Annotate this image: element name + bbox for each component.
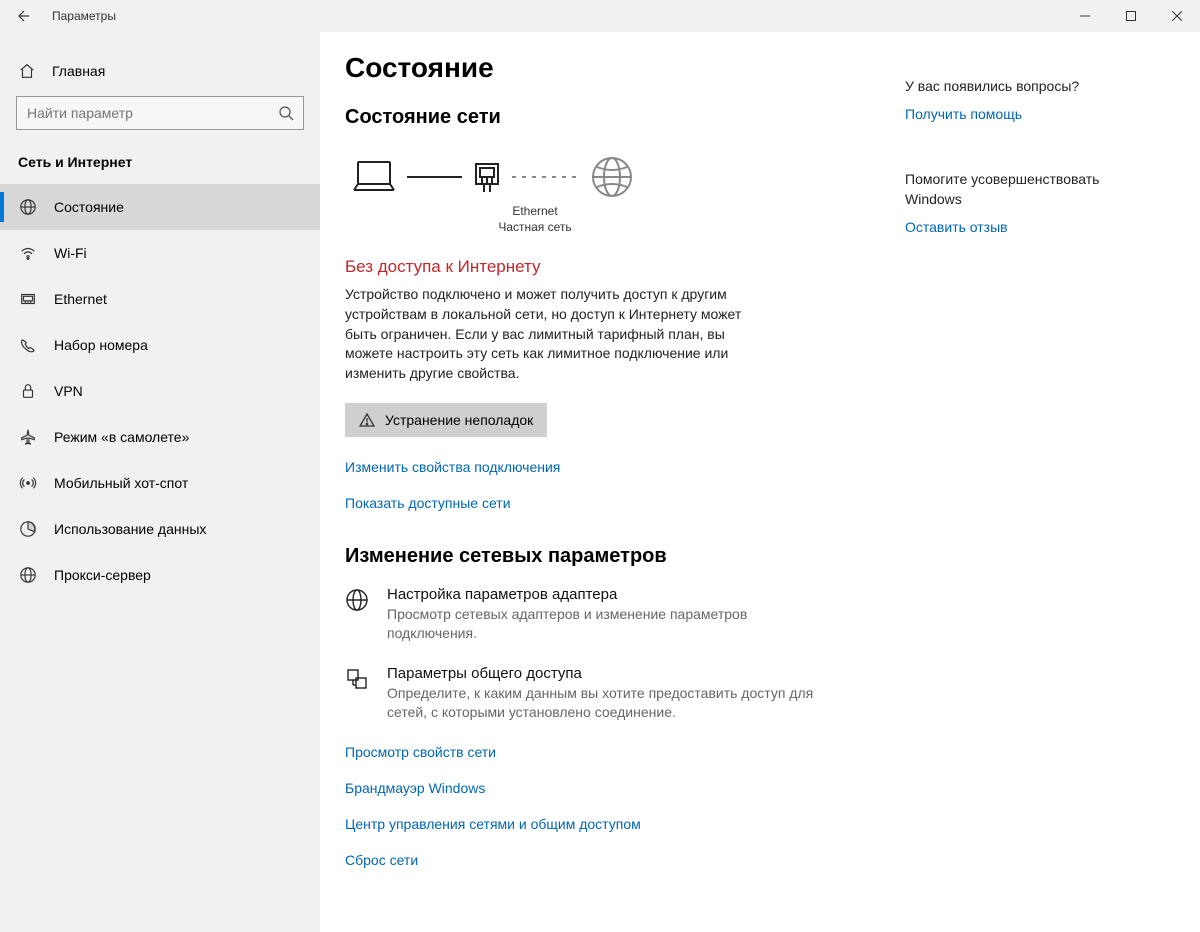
improve-heading: Помогите усовершенствовать Windows	[905, 170, 1125, 209]
sidebar-item-status[interactable]: Состояние	[0, 184, 320, 230]
sidebar-item-vpn[interactable]: VPN	[0, 368, 320, 414]
airplane-icon	[18, 427, 38, 447]
diagram-conn-name: Ethernet	[445, 203, 625, 219]
window-title: Параметры	[46, 9, 116, 23]
network-diagram	[345, 147, 905, 199]
back-arrow-icon	[15, 8, 31, 24]
content-area: Состояние Состояние сети Ethernet Частна…	[320, 32, 1200, 932]
sidebar-item-datausage[interactable]: Использование данных	[0, 506, 320, 552]
firewall-link[interactable]: Брандмауэр Windows	[345, 780, 485, 796]
get-help-link[interactable]: Получить помощь	[905, 106, 1022, 122]
proxy-icon	[18, 565, 38, 585]
sharing-settings-option[interactable]: Параметры общего доступа Определите, к к…	[345, 665, 815, 722]
titlebar: Параметры	[0, 0, 1200, 32]
sidebar-item-wifi[interactable]: Wi-Fi	[0, 230, 320, 276]
status-description: Устройство подключено и может получить д…	[345, 285, 745, 383]
right-panel: У вас появились вопросы? Получить помощь…	[905, 52, 1165, 932]
connection-line-dotted	[512, 176, 582, 178]
view-network-props-link[interactable]: Просмотр свойств сети	[345, 744, 496, 760]
sidebar-item-label: Мобильный хот-спот	[54, 475, 188, 491]
home-icon	[18, 62, 36, 80]
change-network-settings-heading: Изменение сетевых параметров	[345, 545, 905, 568]
sidebar-item-hotspot[interactable]: Мобильный хот-спот	[0, 460, 320, 506]
page-title: Состояние	[345, 52, 905, 84]
sidebar-item-label: Использование данных	[54, 521, 206, 537]
minimize-button[interactable]	[1062, 0, 1108, 32]
search-icon	[269, 96, 303, 130]
change-connection-props-link[interactable]: Изменить свойства подключения	[345, 459, 560, 475]
close-icon	[1172, 11, 1182, 21]
globe-icon	[590, 155, 634, 199]
sidebar-item-airplane[interactable]: Режим «в самолете»	[0, 414, 320, 460]
router-icon	[470, 158, 504, 196]
back-button[interactable]	[0, 0, 46, 32]
sidebar-item-label: Wi-Fi	[54, 245, 87, 261]
close-button[interactable]	[1154, 0, 1200, 32]
sidebar-item-ethernet[interactable]: Ethernet	[0, 276, 320, 322]
adapter-icon	[345, 586, 371, 643]
wifi-icon	[18, 243, 38, 263]
home-label: Главная	[52, 63, 105, 79]
sidebar-item-label: Ethernet	[54, 291, 107, 307]
sidebar-item-label: VPN	[54, 383, 83, 399]
feedback-link[interactable]: Оставить отзыв	[905, 219, 1008, 235]
search-input[interactable]	[17, 105, 269, 121]
option-desc: Просмотр сетевых адаптеров и изменение п…	[387, 605, 815, 643]
diagram-labels: Ethernet Частная сеть	[445, 203, 625, 235]
diagram-conn-type: Частная сеть	[445, 219, 625, 235]
dialup-icon	[18, 335, 38, 355]
sidebar-item-label: Набор номера	[54, 337, 148, 353]
home-nav[interactable]: Главная	[0, 54, 320, 88]
minimize-icon	[1080, 11, 1090, 21]
sidebar-item-label: Режим «в самолете»	[54, 429, 189, 445]
maximize-button[interactable]	[1108, 0, 1154, 32]
faq-heading: У вас появились вопросы?	[905, 78, 1165, 94]
connection-line-solid	[407, 176, 462, 178]
network-center-link[interactable]: Центр управления сетями и общим доступом	[345, 816, 641, 832]
sidebar-item-dialup[interactable]: Набор номера	[0, 322, 320, 368]
maximize-icon	[1126, 11, 1136, 21]
network-status-heading: Состояние сети	[345, 106, 905, 129]
ethernet-icon	[18, 289, 38, 309]
troubleshoot-button[interactable]: Устранение неполадок	[345, 403, 547, 437]
option-title: Параметры общего доступа	[387, 665, 815, 682]
hotspot-icon	[18, 473, 38, 493]
sidebar-item-label: Состояние	[54, 199, 124, 215]
sharing-icon	[345, 665, 371, 722]
datausage-icon	[18, 519, 38, 539]
adapter-settings-option[interactable]: Настройка параметров адаптера Просмотр с…	[345, 586, 815, 643]
option-title: Настройка параметров адаптера	[387, 586, 815, 603]
sidebar: Главная Сеть и Интернет Состояние Wi-Fi	[0, 32, 320, 932]
show-networks-link[interactable]: Показать доступные сети	[345, 495, 511, 511]
status-alert: Без доступа к Интернету	[345, 257, 905, 277]
network-reset-link[interactable]: Сброс сети	[345, 852, 418, 868]
vpn-icon	[18, 381, 38, 401]
sidebar-item-label: Прокси-сервер	[54, 567, 151, 583]
sidebar-item-proxy[interactable]: Прокси-сервер	[0, 552, 320, 598]
option-desc: Определите, к каким данным вы хотите пре…	[387, 684, 815, 722]
sidebar-section-title: Сеть и Интернет	[0, 148, 320, 184]
status-icon	[18, 197, 38, 217]
search-box[interactable]	[16, 96, 304, 130]
warning-icon	[359, 412, 375, 428]
troubleshoot-label: Устранение неполадок	[385, 412, 533, 428]
laptop-icon	[349, 158, 399, 196]
